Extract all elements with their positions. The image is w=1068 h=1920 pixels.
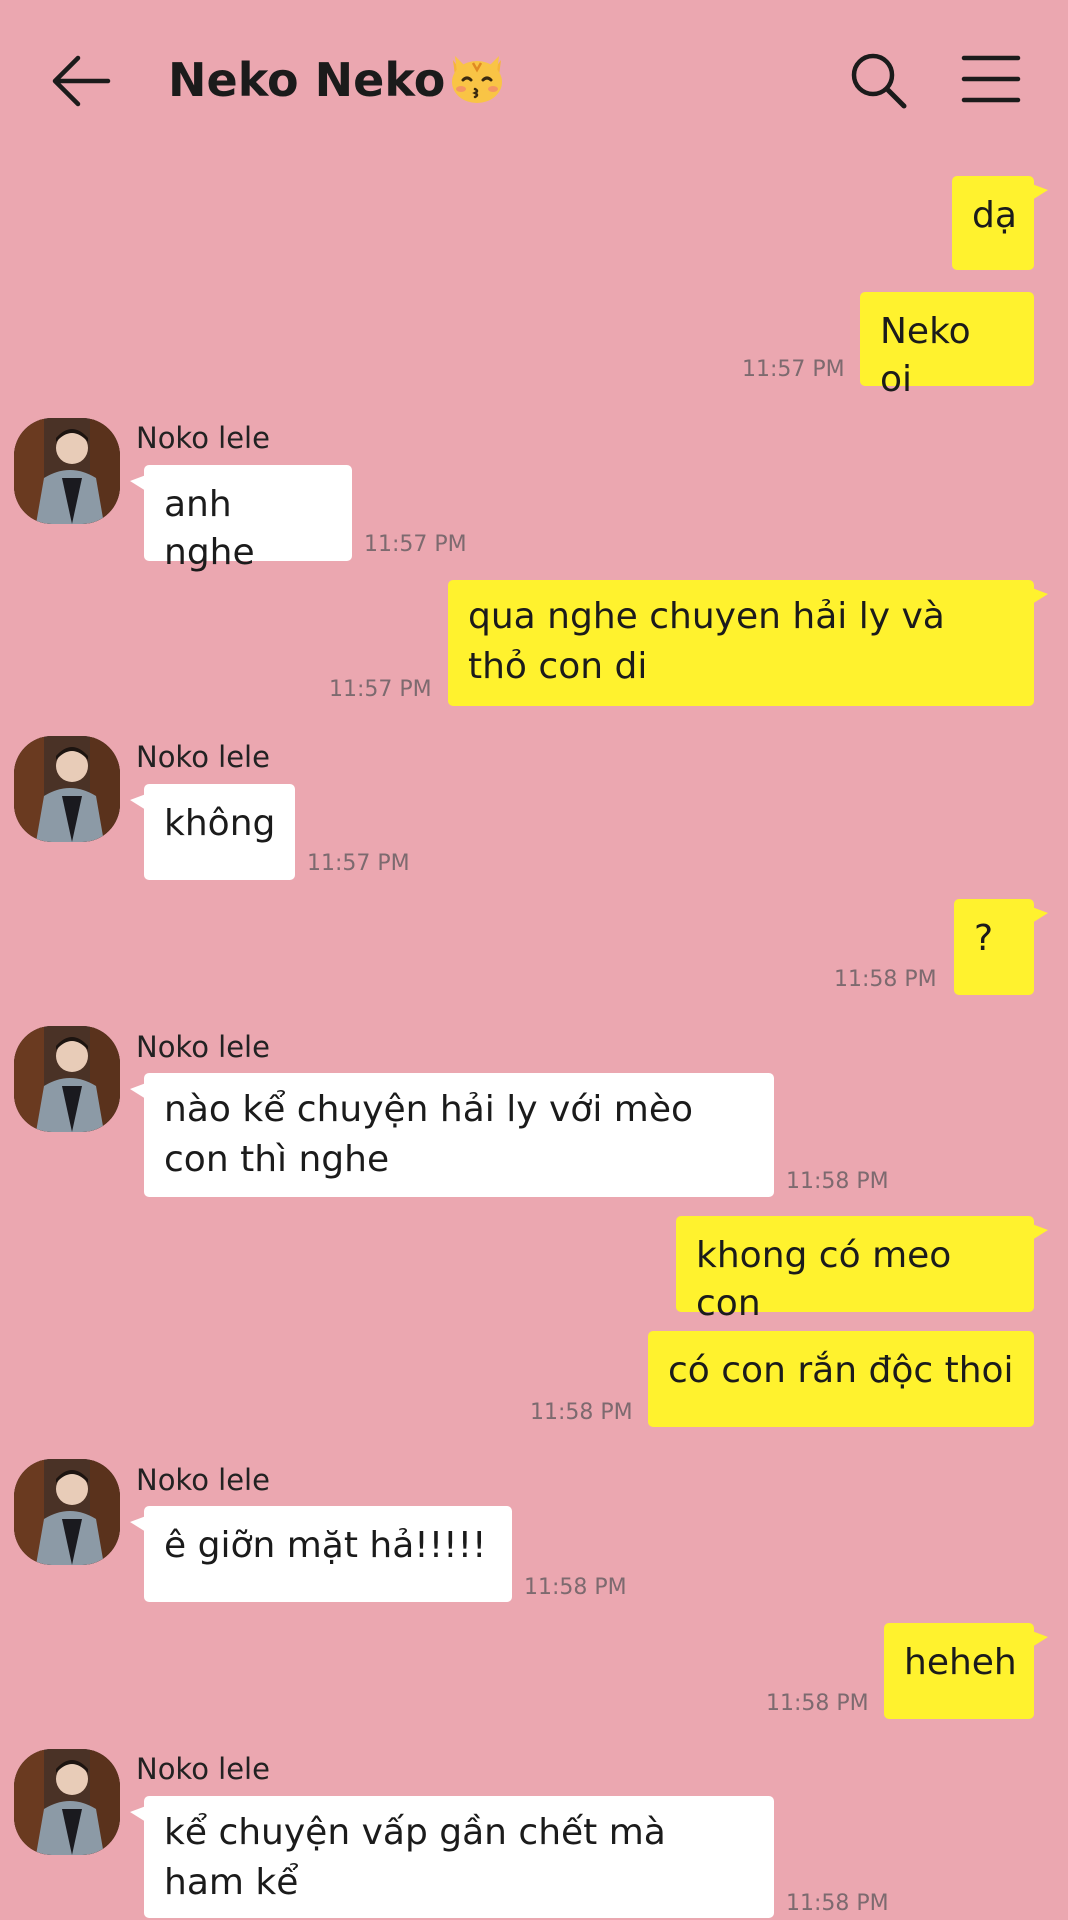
outgoing-message-bubble[interactable]: qua nghe chuyen hải ly và thỏ con di bbox=[448, 580, 1048, 706]
avatar[interactable] bbox=[14, 1026, 120, 1132]
sender-name: Noko lele bbox=[136, 421, 270, 455]
sender-name: Noko lele bbox=[136, 740, 270, 774]
sender-name: Noko lele bbox=[136, 1752, 270, 1786]
avatar-photo-icon bbox=[14, 736, 120, 842]
outgoing-message-bubble[interactable]: heheh bbox=[884, 1623, 1048, 1719]
message-timestamp: 11:57 PM bbox=[329, 677, 432, 702]
chat-title: Neko Neko bbox=[168, 46, 507, 107]
sender-name: Noko lele bbox=[136, 1463, 270, 1497]
message-text: ê giỡn mặt hả!!!!! bbox=[164, 1525, 487, 1566]
message-text: khong có meo con bbox=[696, 1235, 952, 1324]
message-timestamp: 11:58 PM bbox=[786, 1891, 889, 1916]
avatar[interactable] bbox=[14, 418, 120, 524]
incoming-message-bubble[interactable]: kể chuyện vấp gần chết mà ham kể bbox=[130, 1796, 774, 1918]
outgoing-message-bubble[interactable]: khong có meo con bbox=[676, 1216, 1048, 1324]
message-text: heheh bbox=[904, 1642, 1017, 1683]
search-icon bbox=[851, 53, 907, 109]
cat-kiss-emoji-icon bbox=[447, 46, 507, 106]
sender-name: Noko lele bbox=[136, 1030, 270, 1064]
outgoing-message-bubble[interactable]: dạ bbox=[952, 176, 1048, 270]
avatar[interactable] bbox=[14, 1459, 120, 1565]
message-text: nào kể chuyện hải ly với mèo con thì ngh… bbox=[164, 1089, 694, 1180]
arrow-left-icon bbox=[52, 55, 111, 107]
outgoing-message-bubble[interactable]: ? bbox=[954, 899, 1048, 995]
message-timestamp: 11:58 PM bbox=[530, 1400, 633, 1425]
incoming-message-bubble[interactable]: anh nghe bbox=[130, 465, 352, 573]
message-text: qua nghe chuyen hải ly và thỏ con di bbox=[468, 596, 945, 687]
message-text: không bbox=[164, 803, 276, 844]
incoming-message-bubble[interactable]: nào kể chuyện hải ly với mèo con thì ngh… bbox=[130, 1073, 774, 1197]
message-timestamp: 11:58 PM bbox=[524, 1575, 627, 1600]
menu-button[interactable] bbox=[960, 54, 1022, 104]
incoming-message-bubble[interactable]: không bbox=[130, 784, 295, 880]
message-timestamp: 11:58 PM bbox=[786, 1169, 889, 1194]
message-timestamp: 11:57 PM bbox=[364, 532, 467, 557]
avatar[interactable] bbox=[14, 736, 120, 842]
message-text: kể chuyện vấp gần chết mà ham kể bbox=[164, 1812, 666, 1903]
message-timestamp: 11:58 PM bbox=[766, 1691, 869, 1716]
message-text: Neko oi bbox=[880, 311, 971, 400]
avatar-photo-icon bbox=[14, 1749, 120, 1855]
message-timestamp: 11:57 PM bbox=[307, 851, 410, 876]
search-button[interactable] bbox=[848, 50, 910, 112]
message-text: dạ bbox=[972, 195, 1017, 236]
avatar-photo-icon bbox=[14, 1026, 120, 1132]
hamburger-menu-icon bbox=[961, 55, 1021, 103]
avatar-photo-icon bbox=[14, 1459, 120, 1565]
avatar-photo-icon bbox=[14, 418, 120, 524]
back-button[interactable] bbox=[50, 52, 112, 110]
chat-header: Neko Neko bbox=[0, 0, 1068, 160]
message-text: có con rắn độc thoi bbox=[668, 1350, 1014, 1391]
message-timestamp: 11:58 PM bbox=[834, 967, 937, 992]
avatar[interactable] bbox=[14, 1749, 120, 1855]
message-timestamp: 11:57 PM bbox=[742, 357, 845, 382]
chat-title-text: Neko Neko bbox=[168, 53, 446, 107]
message-text: anh nghe bbox=[164, 484, 255, 573]
outgoing-message-bubble[interactable]: có con rắn độc thoi bbox=[648, 1331, 1034, 1427]
incoming-message-bubble[interactable]: ê giỡn mặt hả!!!!! bbox=[130, 1506, 512, 1602]
message-text: ? bbox=[974, 918, 994, 959]
outgoing-message-bubble[interactable]: Neko oi bbox=[860, 292, 1034, 400]
